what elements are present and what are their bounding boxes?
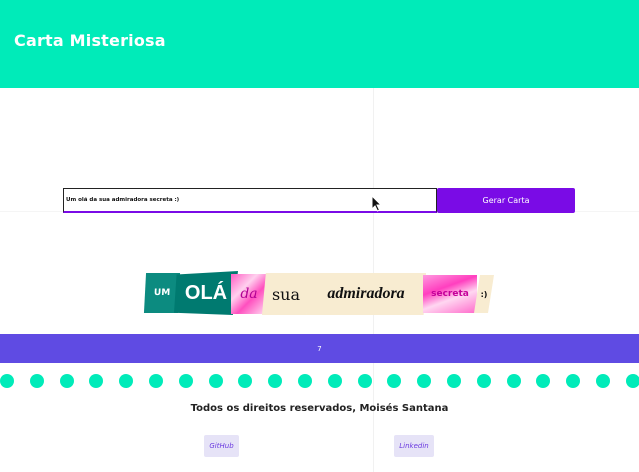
decorative-dot [149, 374, 163, 388]
header: Carta Misteriosa [0, 0, 639, 88]
ransom-letter: UM OLÁ da sua admiradora secreta :) [0, 271, 639, 317]
decorative-dot [536, 374, 551, 388]
decorative-dot [59, 374, 74, 388]
page-title: Carta Misteriosa [14, 31, 166, 50]
decorative-dot [268, 374, 283, 388]
decorative-dot [29, 374, 44, 388]
github-link[interactable]: GitHub [204, 435, 239, 457]
generate-letter-button[interactable]: Gerar Carta [437, 188, 575, 213]
decorative-dot [506, 374, 521, 388]
decorative-dot [417, 374, 432, 388]
decorative-dot [596, 374, 610, 388]
decorative-dot [327, 374, 342, 388]
decorative-dot [566, 374, 581, 388]
letter-word: :) [474, 275, 494, 313]
copyright-text: Todos os direitos reservados, Moisés San… [190, 403, 449, 414]
letter-word: da [231, 274, 267, 314]
decorative-dot [119, 374, 134, 388]
counter-bar: 7 [0, 334, 639, 363]
decorative-dot [447, 374, 461, 388]
decorative-dot [238, 374, 253, 388]
decorative-dot [0, 374, 14, 388]
decorative-dot [357, 374, 372, 388]
linkedin-link[interactable]: Linkedin [394, 435, 434, 457]
letter-word: sua [262, 273, 310, 315]
decorative-dot [476, 374, 491, 388]
decorative-dot [178, 374, 193, 388]
letter-word: secreta [423, 275, 477, 313]
dot-divider [0, 374, 639, 388]
decorative-dot [89, 374, 104, 388]
decorative-dot [298, 374, 312, 388]
mouse-pointer-icon [371, 195, 383, 212]
counter-value: 7 [317, 344, 322, 353]
letter-word: admiradora [306, 273, 426, 315]
decorative-dot [625, 374, 639, 388]
decorative-dot [387, 374, 402, 388]
decorative-dot [208, 374, 223, 388]
letter-word: OLÁ [174, 271, 238, 315]
